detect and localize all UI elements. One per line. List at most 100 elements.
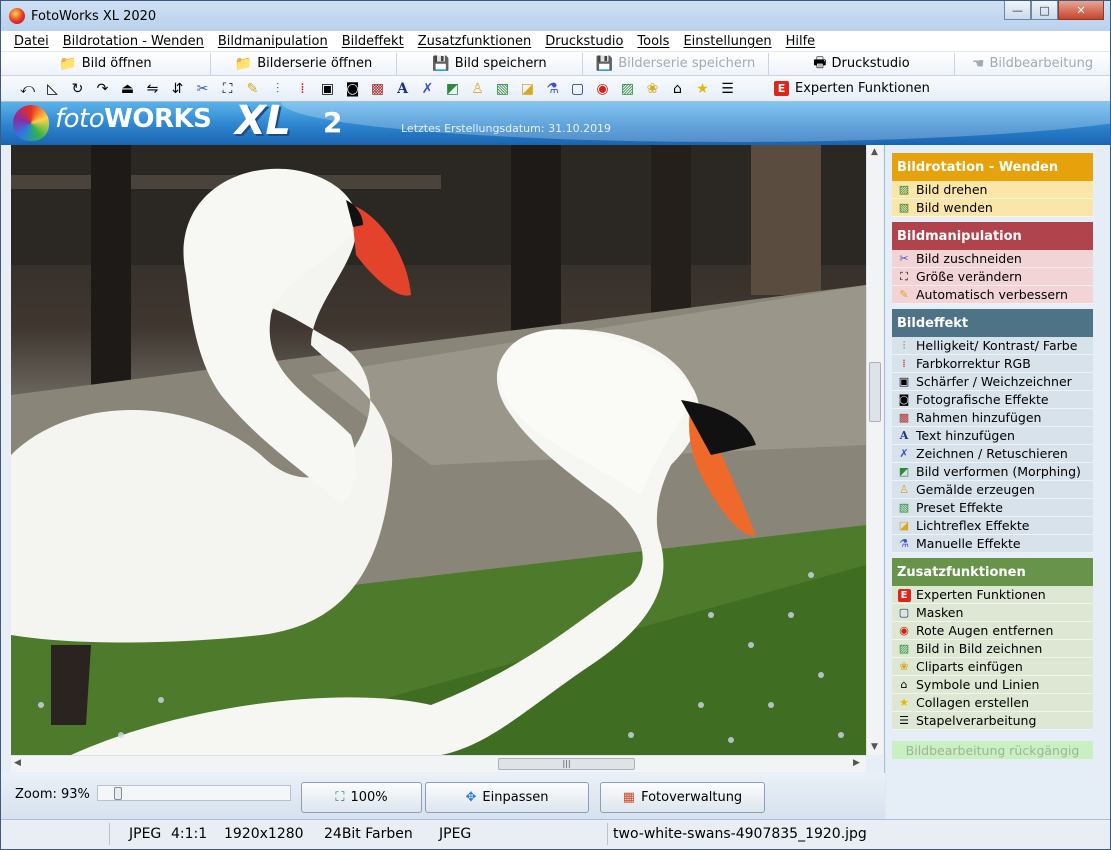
sidebar-item-rotate[interactable]: ▨ Bild drehen (892, 181, 1093, 199)
scroll-right-icon[interactable]: ▶ (853, 758, 860, 768)
sidebar-item-text[interactable]: A Text hinzufügen (892, 427, 1093, 445)
photo-canvas[interactable] (11, 145, 866, 755)
batch-icon[interactable]: ☰ (715, 79, 740, 99)
save-series-button[interactable]: 💾 Bilderserie speichern (583, 52, 769, 75)
fit-button[interactable]: ✥ Einpassen (425, 782, 589, 813)
sidebar-item-sharpen[interactable]: ▣ Schärfer / Weichzeichner (892, 373, 1093, 391)
sidebar-item-flip[interactable]: ▧ Bild wenden (892, 199, 1093, 217)
brightness-icon[interactable]: ⫶ (265, 79, 290, 99)
scissors-icon[interactable]: ✂ (190, 79, 215, 99)
section-rotation-header[interactable]: Bildrotation - Wenden (892, 153, 1093, 181)
sidebar-item-painting[interactable]: ♙ Gemälde erzeugen (892, 481, 1093, 499)
sidebar-item-lightflare[interactable]: ◪ Lichtreflex Effekte (892, 517, 1093, 535)
rotate-left-icon[interactable]: ⤺ (15, 79, 40, 99)
red-eye-icon[interactable]: ◉ (590, 79, 615, 99)
horizontal-scrollbar[interactable]: ◀ ||| ▶ (11, 755, 866, 772)
symbols-icon[interactable]: ⌂ (665, 79, 690, 99)
text-icon[interactable]: A (390, 79, 415, 99)
sidebar-item-morph[interactable]: ◩ Bild verformen (Morphing) (892, 463, 1093, 481)
minimize-button[interactable]: — (1004, 1, 1031, 20)
menu-zusatzfunktionen[interactable]: Zusatzfunktionen (411, 34, 539, 49)
menu-tools[interactable]: Tools (630, 34, 676, 49)
open-image-button[interactable]: 📁 Bild öffnen (1, 52, 211, 75)
section-extra: Zusatzfunktionen E Experten Funktionen ▢ M… (892, 558, 1093, 730)
sidebar-item-photo-effects[interactable]: ◙ Fotografische Effekte (892, 391, 1093, 409)
picture-in-picture-icon[interactable]: ▨ (615, 79, 640, 99)
section-manipulation-header[interactable]: Bildmanipulation (892, 222, 1093, 250)
title-bar[interactable]: FotoWorks XL 2020 — □ ✕ (1, 1, 1110, 31)
frame-icon[interactable]: ▩ (365, 79, 390, 99)
scroll-down-icon[interactable]: ▼ (871, 742, 878, 752)
horizontal-scroll-thumb[interactable]: ||| (498, 758, 635, 770)
sidebar-item-cliparts[interactable]: ❀ Cliparts einfügen (892, 658, 1093, 676)
magic-wand-icon[interactable]: ✎ (240, 79, 265, 99)
scroll-up-icon[interactable]: ▲ (871, 147, 878, 157)
fit-label: Einpassen (482, 790, 549, 805)
menu-bildrotation[interactable]: Bildrotation - Wenden (56, 34, 211, 49)
photo-manager-button[interactable]: ▦ Fotoverwaltung (600, 782, 765, 813)
sidebar-item-frame[interactable]: ▩ Rahmen hinzufügen (892, 409, 1093, 427)
camera-icon[interactable]: ◙ (340, 79, 365, 99)
zoom-slider[interactable] (97, 785, 291, 801)
menu-bildeffekt[interactable]: Bildeffekt (335, 34, 411, 49)
flip-horizontal-icon[interactable]: ⇋ (140, 79, 165, 99)
print-studio-button[interactable]: 🖶 Druckstudio (769, 52, 955, 75)
camera-icon: ◙ (898, 393, 910, 406)
printer-icon: 🖶 (813, 54, 827, 71)
editing-button[interactable]: ☚ Bildbearbeitung (955, 53, 1110, 75)
manual-effect-icon[interactable]: ⚗ (540, 79, 565, 99)
star-icon[interactable]: ★ (690, 79, 715, 99)
expert-functions-button[interactable]: E Experten Funktionen (774, 81, 930, 96)
rotate-icon[interactable]: ↻ (65, 79, 90, 99)
rotate-right-icon[interactable]: ↷ (90, 79, 115, 99)
zoom-100-button[interactable]: ⛶ 100% (301, 782, 422, 813)
sidebar-item-resize[interactable]: ⛶ Größe verändern (892, 268, 1093, 286)
sidebar-item-manual[interactable]: ⚗ Manuelle Effekte (892, 535, 1093, 553)
sidebar-item-picture-in-picture[interactable]: ▨ Bild in Bild zeichnen (892, 640, 1093, 658)
rgb-icon[interactable]: ⁞ (290, 79, 315, 99)
flip-vertical-icon[interactable]: ⇵ (165, 79, 190, 99)
symbols-icon: ⌂ (900, 678, 908, 691)
sidebar-item-collage[interactable]: ★ Collagen erstellen (892, 694, 1093, 712)
menu-druckstudio[interactable]: Druckstudio (538, 34, 630, 49)
sidebar-item-batch[interactable]: ☰ Stapelverarbeitung (892, 712, 1093, 730)
open-series-button[interactable]: 📁 Bilderserie öffnen (211, 52, 397, 75)
sharpen-icon[interactable]: ▣ (315, 79, 340, 99)
morph-icon[interactable]: ◩ (440, 79, 465, 99)
maximize-button[interactable]: □ (1031, 1, 1058, 20)
resize-icon[interactable]: ⛶ (215, 79, 240, 99)
menu-hilfe[interactable]: Hilfe (779, 34, 823, 49)
menu-bildmanipulation[interactable]: Bildmanipulation (211, 34, 335, 49)
close-button[interactable]: ✕ (1058, 1, 1104, 20)
sidebar-item-auto-enhance[interactable]: ✎ Automatisch verbessern (892, 286, 1093, 304)
zoom-label: Zoom: 93% (15, 787, 90, 802)
mask-icon[interactable]: ▢ (565, 79, 590, 99)
scroll-left-icon[interactable]: ◀ (14, 758, 21, 768)
sidebar-item-masks[interactable]: ▢ Masken (892, 604, 1093, 622)
zoom-slider-knob[interactable] (114, 787, 122, 800)
sidebar-item-draw[interactable]: ✗ Zeichnen / Retuschieren (892, 445, 1093, 463)
preset-icon[interactable]: ▧ (490, 79, 515, 99)
sidebar-item-brightness[interactable]: ⫶ Helligkeit/ Kontrast/ Farbe (892, 337, 1093, 355)
sidebar-item-label: Farbkorrektur RGB (916, 356, 1031, 371)
angle-icon[interactable]: ◺ (40, 79, 65, 99)
undo-button[interactable]: Bildbearbeitung rückgängig (892, 741, 1093, 759)
vertical-scrollbar[interactable]: ▲ ▼ (866, 145, 883, 755)
paint-icon[interactable]: ♙ (465, 79, 490, 99)
sidebar-item-crop[interactable]: ✂ Bild zuschneiden (892, 250, 1093, 268)
menu-einstellungen[interactable]: Einstellungen (676, 34, 778, 49)
clipart-icon[interactable]: ❀ (640, 79, 665, 99)
lightflare-icon[interactable]: ◪ (515, 79, 540, 99)
sidebar-item-red-eye[interactable]: ◉ Rote Augen entfernen (892, 622, 1093, 640)
vertical-scroll-thumb[interactable] (869, 362, 881, 422)
section-extra-header[interactable]: Zusatzfunktionen (892, 558, 1093, 586)
sidebar-item-symbols[interactable]: ⌂ Symbole und Linien (892, 676, 1093, 694)
sidebar-item-preset[interactable]: ▧ Preset Effekte (892, 499, 1093, 517)
draw-icon[interactable]: ✗ (415, 79, 440, 99)
sidebar-item-expert[interactable]: E Experten Funktionen (892, 586, 1093, 604)
sidebar-item-rgb[interactable]: ⁞ Farbkorrektur RGB (892, 355, 1093, 373)
section-effect-header[interactable]: Bildeffekt (892, 309, 1093, 337)
save-image-button[interactable]: 💾 Bild speichern (397, 52, 583, 75)
flip-icon[interactable]: ⏏ (115, 79, 140, 99)
menu-datei[interactable]: Datei (7, 34, 56, 49)
